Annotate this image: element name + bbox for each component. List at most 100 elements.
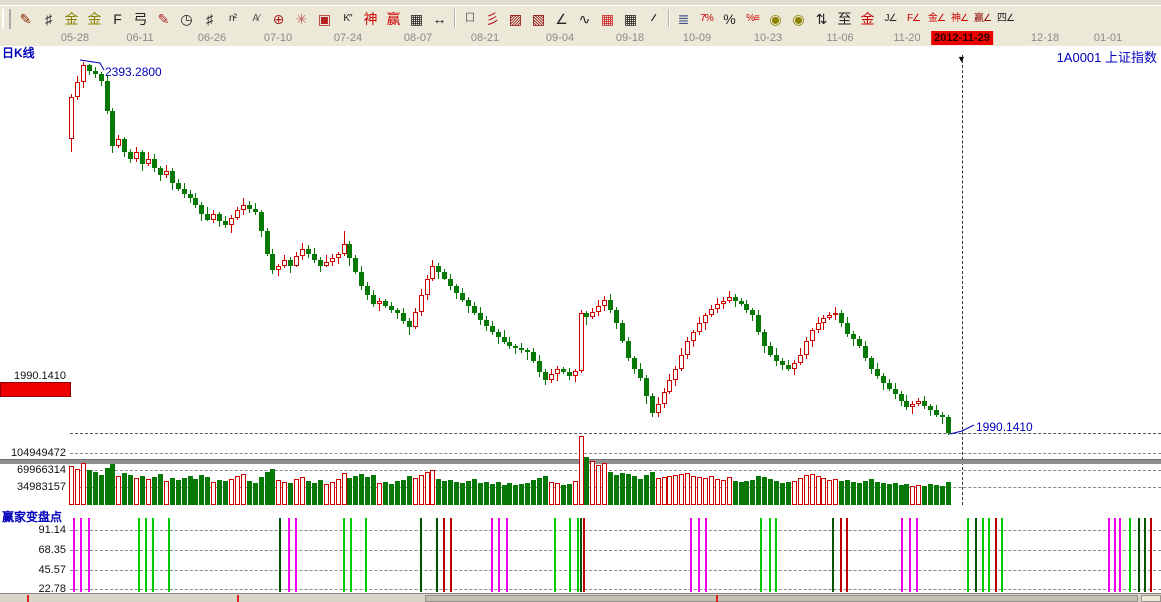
- gold-angle-icon[interactable]: 金∠: [926, 8, 947, 30]
- horizontal-scrollbar[interactable]: [0, 593, 1161, 602]
- candle-body: [839, 313, 844, 323]
- candle-body: [579, 313, 584, 371]
- gold-lines-icon[interactable]: 金: [857, 8, 878, 30]
- volume-bar: [282, 482, 287, 505]
- signal-bar: [1129, 518, 1131, 592]
- percent-lines-icon[interactable]: %≡: [742, 8, 763, 30]
- si-angle-icon[interactable]: 四∠: [995, 8, 1016, 30]
- candle-body: [662, 392, 667, 404]
- width-icon[interactable]: ↔: [429, 8, 450, 30]
- signal-bar: [975, 518, 977, 592]
- shen-angle-icon[interactable]: 神∠: [949, 8, 970, 30]
- signal-bar: [1150, 518, 1152, 592]
- j-angle-icon[interactable]: J∠: [880, 8, 901, 30]
- volume-bar: [300, 477, 305, 505]
- date-tick: 09-04: [546, 32, 574, 44]
- date-tick: 06-26: [198, 32, 226, 44]
- blue-ruler-icon[interactable]: ≣: [673, 8, 694, 30]
- date-tick: 11-20: [893, 32, 920, 44]
- candle-body: [490, 326, 495, 332]
- percent-strike-icon[interactable]: 7%: [696, 8, 717, 30]
- candle-body: [235, 210, 240, 218]
- candle-body: [780, 361, 785, 365]
- candle-body: [419, 295, 424, 312]
- fan-box-icon[interactable]: ▧: [528, 8, 549, 30]
- clock-icon[interactable]: ◷: [176, 8, 197, 30]
- zhi-lines-icon[interactable]: 至: [834, 8, 855, 30]
- volume-bar: [810, 474, 815, 505]
- shaded-rays-icon[interactable]: ▨: [505, 8, 526, 30]
- candle-body: [792, 363, 797, 369]
- signal-bar: [343, 518, 345, 592]
- hash-grid-icon[interactable]: ♯: [199, 8, 220, 30]
- target-icon[interactable]: ⊕: [268, 8, 289, 30]
- k-quote-icon[interactable]: K″: [337, 8, 358, 30]
- percent-icon[interactable]: %: [719, 8, 740, 30]
- candle-body: [768, 346, 773, 355]
- ying-angle-icon[interactable]: 赢∠: [972, 8, 993, 30]
- volume-bar: [656, 478, 661, 505]
- volume-bar: [460, 483, 465, 505]
- signal-bar: [436, 518, 438, 592]
- coin-icon-1[interactable]: ◉: [765, 8, 786, 30]
- n-squared-icon[interactable]: n²: [222, 8, 243, 30]
- shen-hash-icon[interactable]: 神: [360, 8, 381, 30]
- candle-body: [620, 323, 625, 341]
- candle-body: [697, 323, 702, 332]
- ruler-123-icon[interactable]: ▦: [406, 8, 427, 30]
- current-price-box: [0, 382, 71, 397]
- starburst-icon[interactable]: ✳: [291, 8, 312, 30]
- date-tick: 08-07: [404, 32, 432, 44]
- candle-body: [247, 205, 252, 209]
- brush-icon[interactable]: ✎: [153, 8, 174, 30]
- volume-bar: [241, 474, 246, 505]
- indicator-label[interactable]: 赢家变盘点: [2, 508, 62, 525]
- volume-bar: [170, 478, 175, 505]
- candle-body: [205, 214, 210, 220]
- indicator-gridline: [70, 530, 1161, 531]
- red-grid-icon[interactable]: ▦: [597, 8, 618, 30]
- indicator-gridline: [70, 570, 1161, 571]
- toolbar-separator: [451, 9, 458, 29]
- grid-arrow-icon[interactable]: ▦: [620, 8, 641, 30]
- candle-body: [543, 372, 548, 380]
- scrollbar-button[interactable]: [1141, 595, 1161, 602]
- signal-bar: [506, 518, 508, 592]
- frame-icon[interactable]: 囗: [459, 8, 480, 30]
- period-label[interactable]: 日K线: [2, 44, 35, 61]
- volume-bar: [887, 484, 892, 505]
- volume-bar: [81, 463, 86, 505]
- candle-body: [359, 272, 364, 286]
- candle-body: [110, 111, 115, 146]
- volume-bar: [205, 477, 210, 505]
- sort-arrows-icon[interactable]: ⇅: [811, 8, 832, 30]
- pencil-rays-icon[interactable]: ∠: [551, 8, 572, 30]
- volume-bar: [881, 483, 886, 505]
- candle-body: [727, 297, 732, 301]
- toolbar-grip[interactable]: [2, 9, 11, 29]
- slashes-icon[interactable]: ∕∕: [643, 8, 664, 30]
- volume-bar: [584, 457, 589, 505]
- a-slash-icon[interactable]: A∕: [245, 8, 266, 30]
- candle-body: [709, 309, 714, 315]
- volume-bar: [93, 472, 98, 505]
- volume-bar: [182, 478, 187, 505]
- ying-hash-icon[interactable]: 赢: [383, 8, 404, 30]
- rays-icon[interactable]: 彡: [482, 8, 503, 30]
- zigzag-icon[interactable]: ∿: [574, 8, 595, 30]
- gold-hash-icon-2[interactable]: 金: [84, 8, 105, 30]
- kline-hash-icon[interactable]: ♯: [38, 8, 59, 30]
- candle-body: [99, 74, 104, 81]
- box-target-icon[interactable]: ▣: [314, 8, 335, 30]
- scrollbar-thumb[interactable]: [425, 595, 1138, 602]
- spiral-hash-icon[interactable]: 弓: [130, 8, 151, 30]
- volume-gridline: [70, 453, 1161, 454]
- candle-body: [270, 254, 275, 270]
- candle-body: [312, 254, 317, 260]
- candle-body: [673, 369, 678, 380]
- gold-hash-icon-1[interactable]: 金: [61, 8, 82, 30]
- f-hash-icon[interactable]: F: [107, 8, 128, 30]
- coin-icon-2[interactable]: ◉: [788, 8, 809, 30]
- f-angle-icon[interactable]: F∠: [903, 8, 924, 30]
- pen-icon[interactable]: ✎: [15, 8, 36, 30]
